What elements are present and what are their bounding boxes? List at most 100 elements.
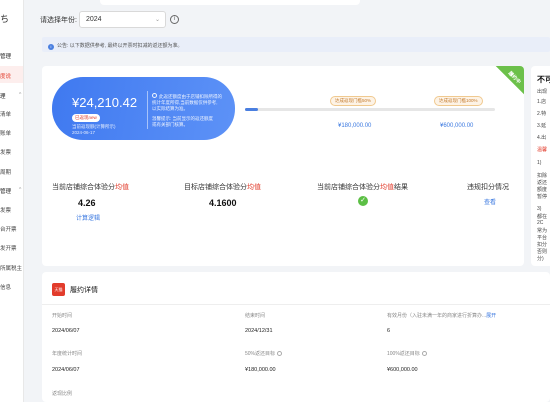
target-100-label-text: 100%返还目标 bbox=[387, 351, 420, 357]
rules-line: 4.出 bbox=[537, 135, 547, 141]
sidebar-item-issue-invoice[interactable]: 发开票 bbox=[0, 244, 17, 252]
rebate-amount: ¥24,210.42 bbox=[72, 95, 138, 110]
rules-line: 1) bbox=[537, 160, 542, 166]
rebate-desc-3: 以实际结算为准。 bbox=[152, 106, 188, 111]
sidebar-logo: ち bbox=[0, 14, 10, 24]
rules-line: 出现 bbox=[537, 89, 548, 95]
rebate-progress-track bbox=[245, 108, 495, 111]
sidebar-group-3[interactable]: 管理 bbox=[0, 187, 11, 195]
rules-line-warning: 温馨 bbox=[537, 147, 548, 153]
stat-label-emphasis: 均值 bbox=[247, 184, 261, 191]
end-time-label: 结束时间 bbox=[245, 313, 266, 319]
milestone-50-label: 达成返现门槛50% bbox=[330, 96, 377, 106]
chevron-up-icon[interactable]: ^ bbox=[19, 187, 21, 193]
sidebar-item-invoice[interactable]: 发票 bbox=[0, 148, 11, 156]
question-icon[interactable] bbox=[421, 351, 427, 356]
rules-line: 2C bbox=[537, 220, 544, 226]
stat-label-emphasis: 均值 bbox=[380, 184, 394, 191]
panel-divider bbox=[147, 91, 148, 129]
valid-months-value: 6 bbox=[387, 328, 391, 334]
rules-line: 分) bbox=[537, 256, 544, 262]
year-select[interactable]: 2024 ⌄ bbox=[79, 11, 166, 28]
sidebar-item-list[interactable]: 清单 bbox=[0, 110, 11, 118]
stat-label-emphasis: 均值 bbox=[115, 184, 129, 191]
stats-time-value: 2024/06/07 bbox=[52, 367, 80, 373]
view-violation-link[interactable]: 查看 bbox=[484, 197, 496, 206]
rebate-desc-1: 此返还额度由于店铺扣除所得的 bbox=[152, 93, 230, 100]
rebate-desc-5: 或有关部门核算。 bbox=[152, 122, 188, 127]
check-circle-icon: ✓ bbox=[358, 196, 368, 206]
info-icon bbox=[152, 93, 157, 98]
sidebar-item-bill[interactable]: 账单 bbox=[0, 129, 11, 137]
start-time-label: 开始时间 bbox=[52, 313, 73, 319]
rules-line: 扣分 bbox=[537, 242, 548, 248]
start-time-value: 2024/06/07 bbox=[52, 328, 80, 334]
status-corner-text: 履约中 bbox=[506, 70, 522, 86]
rules-line: 都在 bbox=[537, 214, 548, 220]
top-bar bbox=[100, 0, 360, 5]
target-100-value: ¥600,000.00 bbox=[387, 367, 418, 373]
valid-months-label-text: 有效月份（入驻未满一年的商家进行折算办... bbox=[387, 313, 487, 319]
sidebar-item-invoice-2[interactable]: 发票 bbox=[0, 206, 11, 214]
rules-line: 扣除 bbox=[537, 173, 548, 179]
rules-line: 2.特 bbox=[537, 111, 547, 117]
rebate-badge: 已返现new bbox=[72, 114, 100, 122]
milestone-100-label: 达成返现门槛100% bbox=[434, 96, 483, 106]
info-icon[interactable]: i bbox=[170, 15, 179, 24]
rebate-progress-fill bbox=[245, 108, 258, 111]
notice-text: 公告: 以下数据供参考, 最终以开票时扣减的返还额为准。 bbox=[57, 43, 183, 49]
sidebar-group-2[interactable]: 理 bbox=[0, 92, 6, 100]
rules-line: 1.店 bbox=[537, 99, 547, 105]
end-time-value: 2024/12/31 bbox=[245, 328, 273, 334]
fulfillment-details-title: 履约详情 bbox=[70, 287, 98, 294]
sidebar-item-platform-invoicing[interactable]: 台开票 bbox=[0, 225, 17, 233]
rules-line: 返还 bbox=[537, 180, 548, 186]
valid-months-label: 有效月份（入驻未满一年的商家进行折算办...展开 bbox=[387, 312, 496, 319]
stat-target-score-label: 目标店铺综合体验分均值 bbox=[184, 182, 261, 192]
stat-label-text: 当前店铺综合体验分 bbox=[52, 184, 115, 191]
sidebar-item-period[interactable]: 周期 bbox=[0, 168, 11, 176]
milestone-100-value: ¥600,000.00 bbox=[440, 123, 474, 129]
divider bbox=[42, 304, 550, 305]
stat-violation-label: 违规扣分情况 bbox=[467, 184, 509, 191]
rebate-summary-card: 履约中 ¥24,210.42 已返现new 当前返现额(计算所示) 2024-0… bbox=[42, 66, 524, 266]
sidebar-item-tax[interactable]: 所属税主 bbox=[0, 264, 22, 272]
rebate-amount-panel: ¥24,210.42 已返现new 当前返现额(计算所示) 2024-06-17… bbox=[52, 77, 235, 140]
sidebar: ち 管理 度说 理 ^ 清单 账单 发票 周期 管理 ^ 发票 台开票 发开票 … bbox=[0, 0, 24, 402]
target-50-label-text: 50%返还目标 bbox=[245, 351, 276, 357]
tmall-logo: 天猫 bbox=[52, 283, 65, 296]
target-100-label: 100%返还目标 bbox=[387, 350, 427, 357]
question-icon[interactable] bbox=[277, 351, 283, 356]
sidebar-item-info[interactable]: 信息 bbox=[0, 283, 11, 291]
rules-line: 平台 bbox=[537, 235, 548, 241]
rules-line: 3) bbox=[537, 206, 542, 212]
stats-time-label: 年度统计时间 bbox=[52, 351, 83, 357]
stat-target-score-value: 4.1600 bbox=[209, 198, 237, 208]
calc-logic-link[interactable]: 计算逻辑 bbox=[76, 213, 100, 222]
chevron-up-icon[interactable]: ^ bbox=[19, 92, 21, 98]
rules-line: 常为 bbox=[537, 228, 548, 234]
info-icon: i bbox=[48, 44, 54, 50]
sidebar-item-active[interactable]: 度说 bbox=[0, 72, 11, 80]
sidebar-group-1[interactable]: 管理 bbox=[0, 52, 11, 60]
chevron-down-icon: ⌄ bbox=[154, 17, 160, 23]
status-corner-badge: 履约中 bbox=[484, 66, 524, 106]
rules-line: 额度 bbox=[537, 187, 548, 193]
rules-panel-title: 不可 bbox=[537, 75, 550, 84]
target-50-label: 50%返还目标 bbox=[245, 350, 283, 357]
stat-label-text: 当前店铺综合体验分 bbox=[317, 184, 380, 191]
stat-label-suffix: 结果 bbox=[394, 184, 408, 191]
expand-link[interactable]: 展开 bbox=[486, 313, 496, 319]
stat-current-score-label: 当前店铺综合体验分均值 bbox=[52, 182, 129, 192]
year-select-value: 2024 bbox=[86, 16, 102, 23]
target-50-value: ¥180,000.00 bbox=[245, 367, 276, 373]
rebate-desc-1-text: 此返还额度由于店铺扣除所得的 bbox=[159, 94, 222, 99]
rebate-ratio-label: 返现比例 bbox=[52, 391, 73, 397]
rebate-date: 2024-06-17 bbox=[72, 130, 96, 135]
rules-line: 3.延 bbox=[537, 123, 547, 129]
rules-panel: 不可 出现 1.店 2.特 3.延 4.出 温馨 1) 扣除 返还 额度 暂停 … bbox=[531, 66, 550, 266]
year-label: 请选择年份: bbox=[40, 17, 77, 24]
stat-label-text: 目标店铺综合体验分 bbox=[184, 184, 247, 191]
fulfillment-details-card: 天猫 履约详情 开始时间 2024/06/07 结束时间 2024/12/31 … bbox=[42, 272, 550, 402]
milestone-50-value: ¥180,000.00 bbox=[338, 123, 372, 129]
